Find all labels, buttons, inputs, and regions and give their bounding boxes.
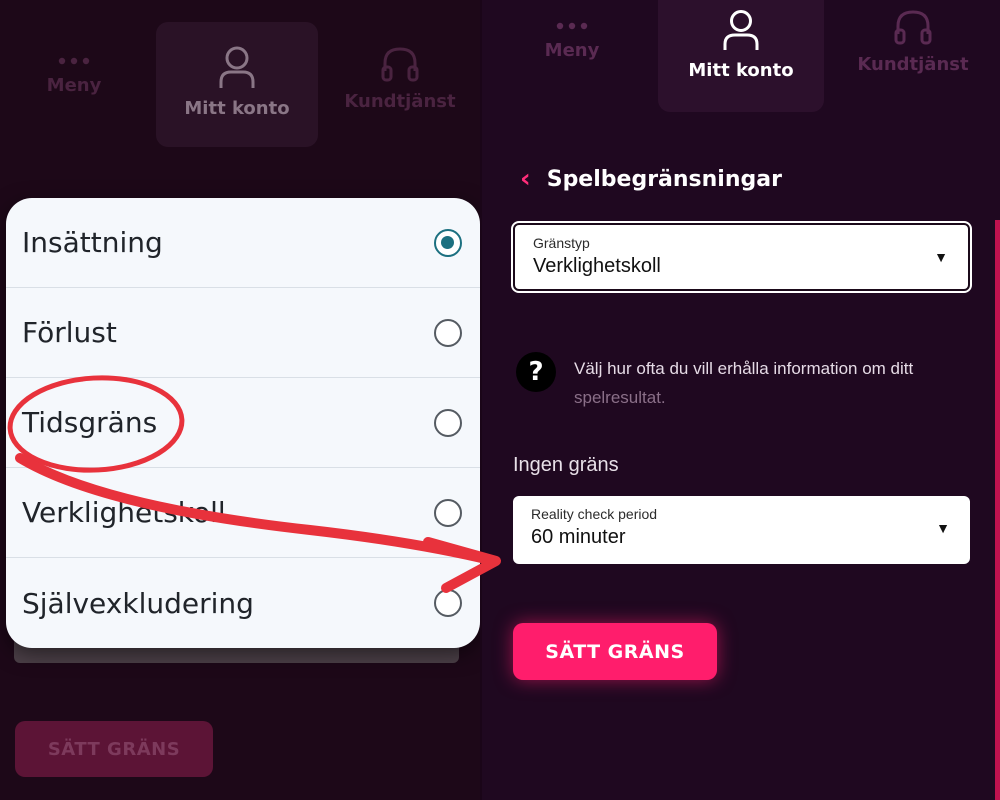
set-limit-button-dimmed[interactable]: SÄTT GRÄNS (15, 721, 213, 777)
nav-menu-label: Meny (46, 75, 102, 96)
caret-down-icon: ▼ (934, 249, 948, 265)
period-value: 60 minuter (531, 526, 626, 548)
option-forlust[interactable]: Förlust (6, 288, 480, 378)
nav-account[interactable]: Mitt konto (156, 22, 318, 147)
nav-support[interactable]: Kundtjänst (838, 8, 988, 75)
nav-account-label: Mitt konto (184, 98, 290, 119)
scrollbar[interactable] (995, 220, 1000, 800)
radio-button[interactable] (434, 409, 462, 437)
user-icon (219, 46, 255, 88)
limit-type-dropdown: Insättning Förlust Tidsgräns Verklighets… (6, 198, 480, 648)
info-text: Välj hur ofta du vill erhålla informatio… (574, 354, 966, 412)
reality-check-period-select[interactable]: Reality check period 60 minuter ▼ (513, 496, 970, 564)
option-sjalvexkludering[interactable]: Självexkludering (6, 558, 480, 648)
option-label: Förlust (22, 316, 117, 349)
left-screenshot: Meny Mitt konto Kundtjänst SÄTT GRÄNS In… (0, 0, 480, 800)
dots-icon (556, 22, 588, 30)
nav-menu-label: Meny (544, 40, 600, 61)
headset-icon (894, 10, 932, 45)
option-label: Tidsgräns (22, 406, 158, 439)
option-verklighetskoll[interactable]: Verklighetskoll (6, 468, 480, 558)
nav-support-label: Kundtjänst (857, 54, 969, 75)
info-text-line-1: Välj hur ofta du vill erhålla informatio… (574, 359, 914, 378)
dots-icon (58, 57, 90, 65)
headset-icon (381, 47, 419, 82)
nav-account-label: Mitt konto (688, 60, 794, 81)
limit-type-value: Verklighetskoll (533, 255, 661, 277)
nav-menu[interactable]: Meny (512, 20, 632, 61)
nav-account[interactable]: Mitt konto (658, 0, 824, 112)
period-label: Reality check period (531, 506, 658, 522)
radio-button[interactable] (434, 589, 462, 617)
limit-type-label: Gränstyp (533, 235, 590, 251)
radio-selected[interactable] (434, 229, 462, 257)
top-nav: Meny Mitt konto Kundtjänst (0, 0, 480, 160)
question-icon: ? (516, 352, 556, 392)
limit-type-select[interactable]: Gränstyp Verklighetskoll ▼ (513, 223, 970, 291)
chevron-left-icon[interactable]: ‹ (520, 164, 531, 194)
option-insattning[interactable]: Insättning (6, 198, 480, 288)
nav-support-label: Kundtjänst (344, 91, 456, 112)
user-icon (723, 10, 759, 50)
no-limit-label: Ingen gräns (513, 454, 619, 476)
option-tidsgrans[interactable]: Tidsgräns (6, 378, 480, 468)
caret-down-icon: ▼ (936, 520, 950, 536)
option-label: Självexkludering (22, 586, 254, 620)
option-label: Insättning (22, 226, 163, 259)
page-header: ‹ Spelbegränsningar (520, 164, 782, 194)
radio-button[interactable] (434, 499, 462, 527)
nav-menu[interactable]: Meny (14, 55, 134, 96)
page-title: Spelbegränsningar (546, 166, 782, 192)
option-label: Verklighetskoll (22, 496, 226, 529)
info-text-line-2: spelresultat. (574, 388, 666, 407)
right-screenshot: Meny Mitt konto Kundtjänst ‹ Spelbegräns… (482, 0, 1000, 800)
set-limit-button[interactable]: SÄTT GRÄNS (513, 623, 717, 680)
nav-support[interactable]: Kundtjänst (330, 47, 470, 112)
radio-button[interactable] (434, 319, 462, 347)
